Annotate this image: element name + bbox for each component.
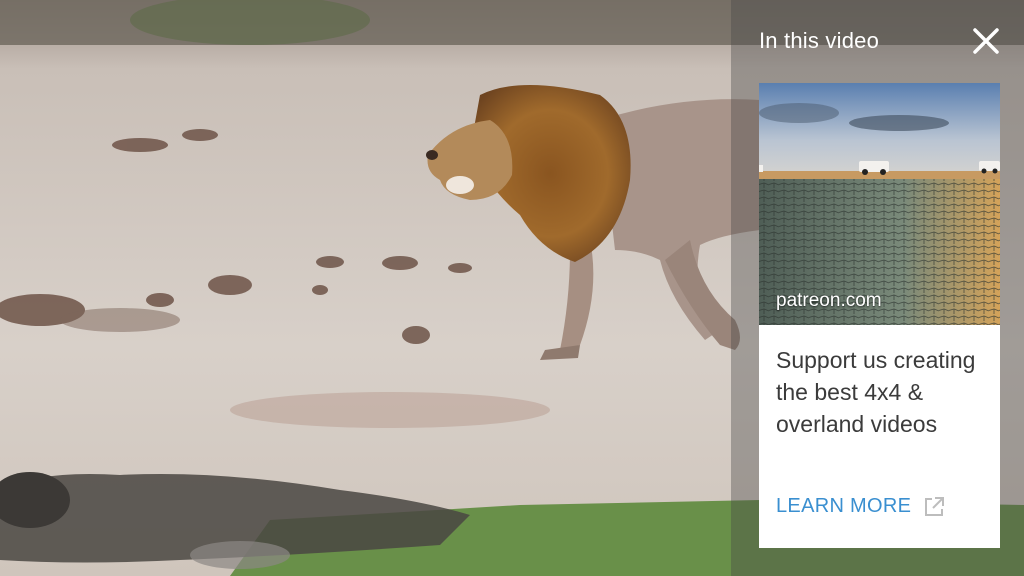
external-link-icon — [925, 496, 945, 516]
card-domain: patreon.com — [776, 290, 882, 311]
learn-more-label: LEARN MORE — [776, 495, 912, 517]
in-this-video-panel: In this video patreon.com Support us cre… — [731, 0, 1024, 576]
close-button[interactable] — [971, 26, 1001, 56]
card-thumbnail — [759, 83, 1000, 325]
card-headline: Support us creating the best 4x4 & overl… — [776, 347, 976, 437]
close-icon — [973, 28, 999, 54]
info-card[interactable]: patreon.com Support us creating the best… — [759, 83, 1000, 548]
panel-title: In this video — [759, 28, 880, 53]
learn-more-link[interactable]: LEARN MORE — [776, 495, 945, 518]
